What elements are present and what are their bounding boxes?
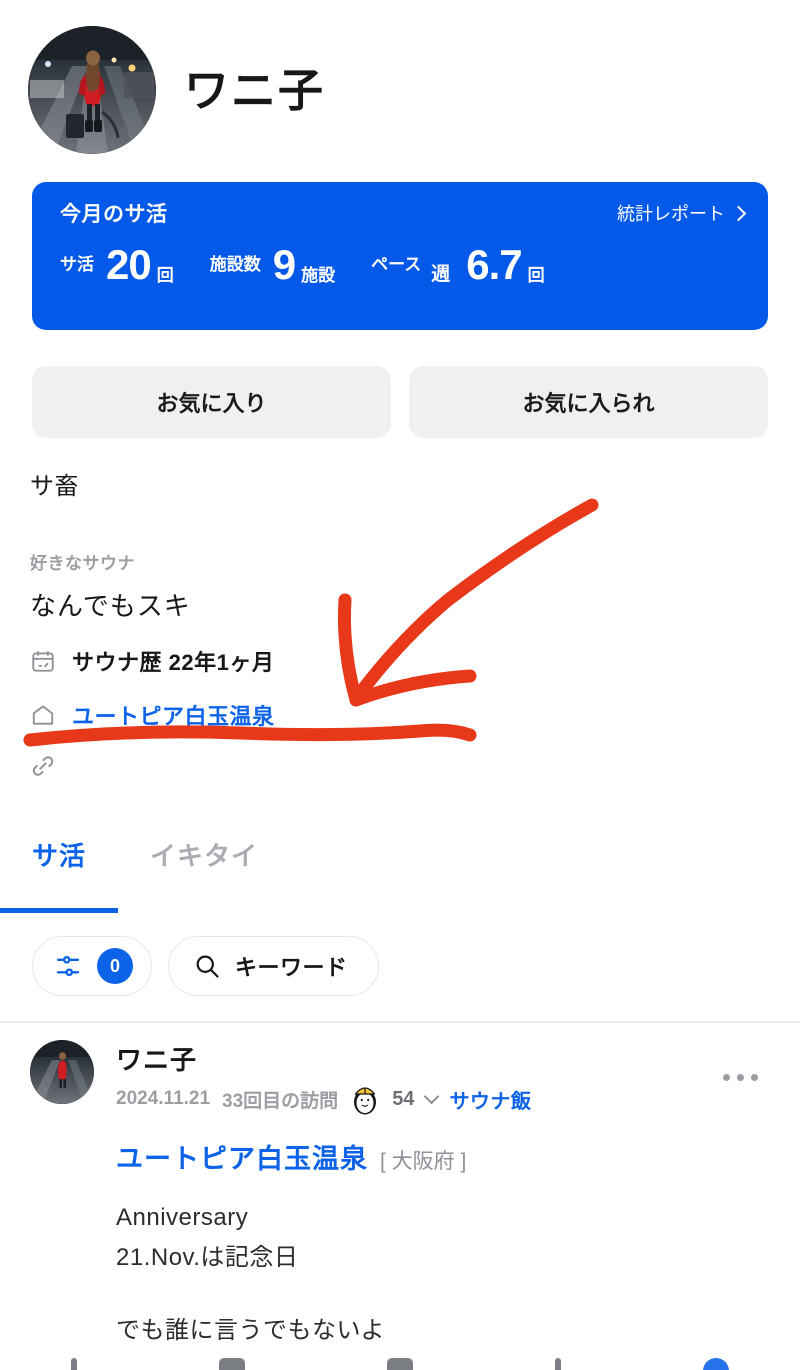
nav-post-icon[interactable] — [387, 1358, 413, 1370]
post-body-spacer — [116, 1277, 800, 1311]
statistics-report-link[interactable]: 統計レポート — [617, 200, 747, 226]
search-icon — [196, 955, 219, 978]
chevron-right-icon — [730, 205, 747, 221]
stats-card-title: 今月のサ活 — [60, 203, 168, 226]
home-sauna-row[interactable]: ユートピア白玉温泉 — [30, 699, 590, 731]
stat-unit: 回 — [527, 266, 545, 285]
post-username[interactable]: ワニ子 — [116, 1040, 800, 1077]
favorite-sauna-label: 好きなサウナ — [30, 554, 135, 573]
monthly-stats-card[interactable]: 今月のサ活 統計レポート サ活 20 回 施設数 9 施設 ペース 週 6.7 … — [32, 182, 768, 330]
nav-profile-icon[interactable] — [703, 1358, 729, 1370]
stat-label: 施設数 — [209, 255, 261, 274]
sliders-icon — [56, 955, 80, 977]
filter-button[interactable]: 0 — [32, 936, 152, 996]
favorites-button[interactable]: お気に入り — [32, 366, 391, 438]
more-horizontal-icon[interactable] — [723, 1074, 758, 1081]
avatar-photo-icon — [28, 26, 156, 154]
link-icon — [32, 756, 54, 776]
post-submeta: 2024.11.21 33回目の訪問 54 サウナ飯 — [116, 1083, 800, 1115]
post-header: ワニ子 2024.11.21 33回目の訪問 54 サウナ飯 — [0, 1040, 800, 1115]
post-facility-link[interactable]: ユートピア白玉温泉 — [116, 1137, 368, 1176]
keyword-search-label: キーワード — [235, 955, 348, 980]
reaction-count: 54 — [392, 1087, 415, 1110]
stat-label: ペース — [371, 255, 422, 274]
post-visit-count: 33回目の訪問 — [222, 1090, 339, 1112]
tab-active-indicator — [0, 908, 118, 913]
statistics-report-label: 統計レポート — [617, 204, 725, 224]
avatar-photo-icon — [30, 1040, 94, 1104]
filter-count-badge: 0 — [97, 948, 133, 984]
stat-facilities: 施設数 9 施設 — [210, 244, 335, 286]
post-body-line-1: Anniversary — [116, 1204, 249, 1231]
profile-header: ワニ子 — [0, 0, 800, 154]
sauna-egg-icon — [354, 1087, 377, 1115]
post-facility-prefecture: [ 大阪府 ] — [380, 1150, 467, 1173]
stat-value: 20 — [106, 241, 152, 288]
content-tabs: サ活 イキタイ — [0, 836, 800, 916]
keyword-search-button[interactable]: キーワード — [168, 936, 379, 996]
post-card: ワニ子 2024.11.21 33回目の訪問 54 サウナ飯 ユートピア白玉温泉… — [0, 1040, 800, 1351]
avatar[interactable] — [28, 26, 156, 154]
stat-label: サ活 — [60, 255, 94, 274]
post-body-line-2: 21.Nov.は記念日 — [116, 1243, 299, 1271]
favorites-buttons-row: お気に入り お気に入られ — [32, 366, 768, 438]
stat-pace: ペース 週 6.7 回 — [371, 244, 545, 286]
home-icon — [32, 705, 54, 725]
external-link-row[interactable] — [30, 753, 590, 779]
profile-name: ワニ子 — [184, 64, 326, 116]
post-facility-row: ユートピア白玉温泉 [ 大阪府 ] — [0, 1137, 800, 1176]
sauna-history-text: サウナ歴 22年1ヶ月 — [72, 650, 275, 675]
post-body-line-3: でも誰に言うでもないよ — [116, 1317, 386, 1345]
stat-sakatsu: サ活 20 回 — [60, 244, 174, 286]
sauna-history-row: サウナ歴 22年1ヶ月 — [30, 645, 590, 677]
stat-value: 6.7 — [466, 241, 522, 288]
bio-description: サ畜 — [30, 473, 79, 500]
post-avatar[interactable] — [30, 1040, 94, 1104]
home-sauna-link[interactable]: ユートピア白玉温泉 — [72, 699, 275, 731]
profile-screen: ワニ子 今月のサ活 統計レポート サ活 20 回 施設数 9 施設 ペース 週 — [0, 0, 800, 1370]
profile-bio: サ畜 好きなサウナ なんでもスキ サウナ歴 22年1ヶ月 ユートピア白玉温泉 — [30, 466, 590, 779]
post-body: Anniversary 21.Nov.は記念日 でも誰に言うでもないよ — [0, 1198, 800, 1351]
favorited-by-button[interactable]: お気に入られ — [409, 366, 768, 438]
stats-card-header: 今月のサ活 統計レポート — [32, 182, 768, 228]
section-divider — [0, 1021, 800, 1023]
stats-values-row: サ活 20 回 施設数 9 施設 ペース 週 6.7 回 — [32, 228, 768, 286]
post-tag-link[interactable]: サウナ飯 — [449, 1085, 531, 1114]
favorite-sauna-value: なんでもスキ — [30, 591, 191, 621]
stat-unit: 回 — [156, 266, 174, 285]
post-date: 2024.11.21 — [116, 1088, 211, 1109]
nav-bell-icon[interactable] — [555, 1358, 561, 1370]
post-meta: ワニ子 2024.11.21 33回目の訪問 54 サウナ飯 — [116, 1040, 800, 1115]
calendar-icon — [32, 651, 54, 672]
chevron-down-icon[interactable] — [424, 1088, 440, 1105]
tab-ikitai[interactable]: イキタイ — [150, 836, 258, 873]
stat-unit: 施設 — [301, 266, 336, 285]
stat-prefix: 週 — [431, 264, 451, 285]
nav-search-icon[interactable] — [219, 1358, 245, 1370]
stat-value: 9 — [272, 241, 296, 288]
nav-home-icon[interactable] — [71, 1358, 77, 1370]
filter-row: 0 キーワード — [32, 936, 379, 996]
tab-sakatsu[interactable]: サ活 — [32, 836, 86, 873]
bottom-navigation — [0, 1358, 800, 1370]
